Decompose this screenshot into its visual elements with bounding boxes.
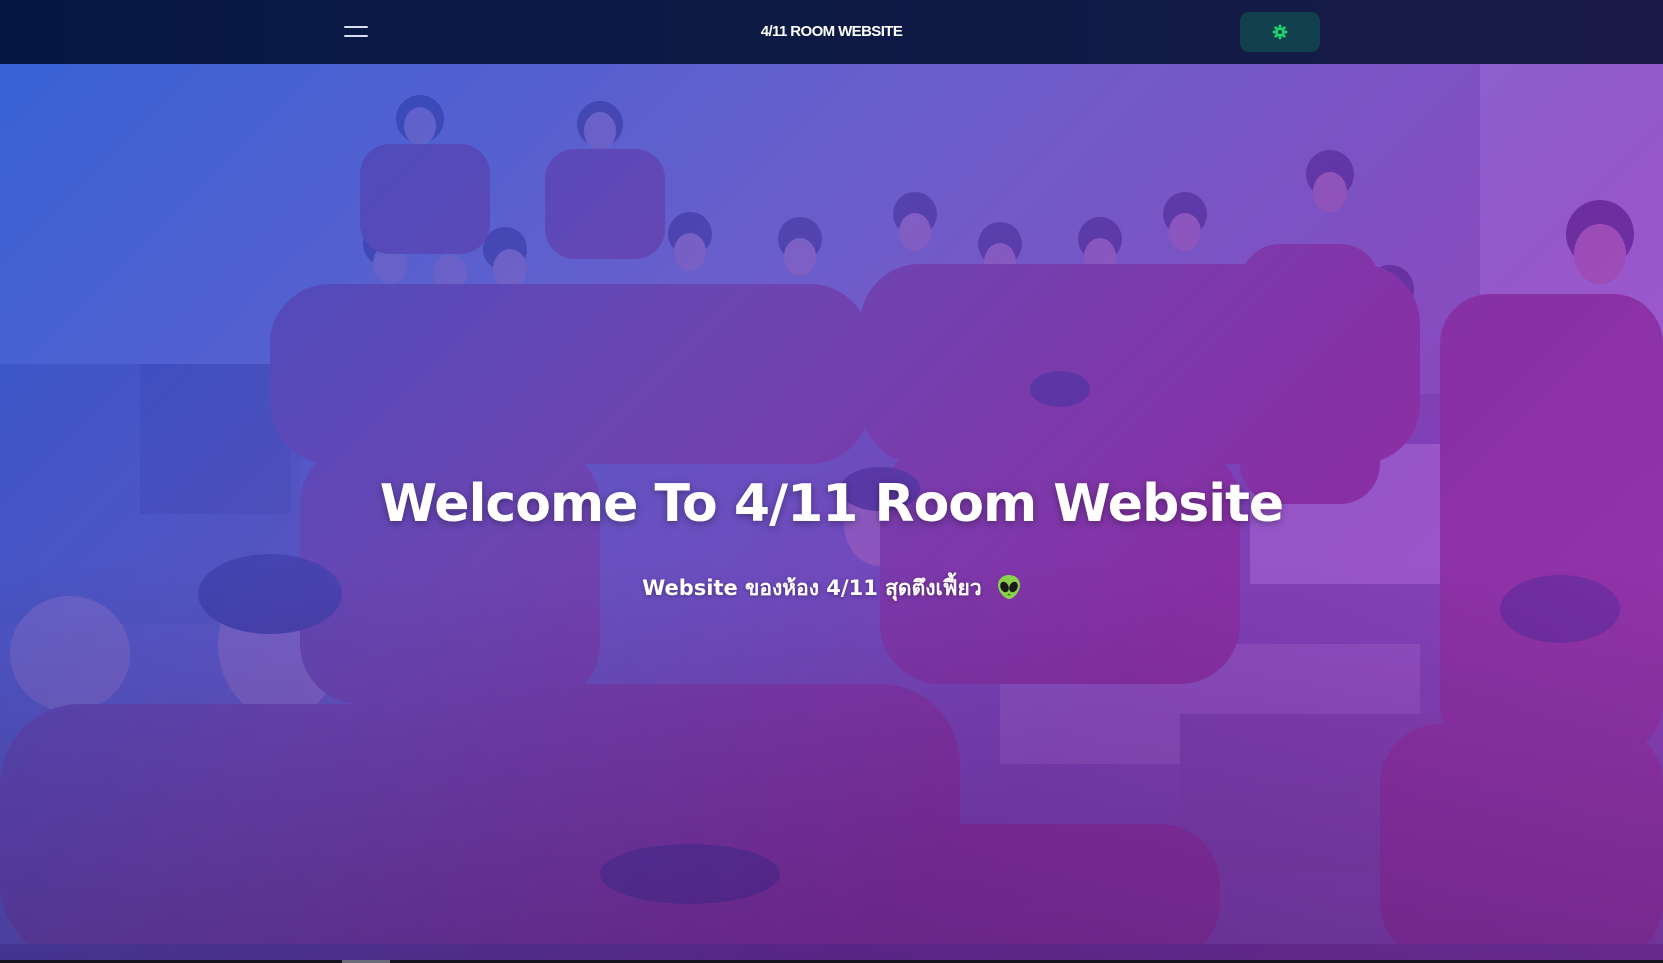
hero-heading: Welcome To 4/11 Room Website — [379, 474, 1284, 534]
hero-section: Welcome To 4/11 Room Website Website ของ… — [0, 64, 1663, 963]
hero-subtitle-row: Website ของห้อง 4/11 สุดตึงเฟี้ยว — [0, 572, 1663, 605]
alien-icon — [997, 575, 1020, 599]
settings-button[interactable] — [1240, 12, 1320, 52]
hamburger-menu-icon-line — [344, 26, 368, 28]
hamburger-menu-button[interactable] — [336, 18, 376, 46]
top-navbar: 4/11 ROOM WEBSITE — [0, 0, 1663, 64]
page: 4/11 ROOM WEBSITE Welcome To 4/11 Room W… — [0, 0, 1663, 963]
hero-subtitle: Website ของห้อง 4/11 สุดตึงเฟี้ยว — [642, 576, 982, 600]
site-title: 4/11 ROOM WEBSITE — [760, 23, 903, 40]
gear-icon — [1272, 24, 1288, 40]
hamburger-menu-icon-line — [344, 35, 368, 37]
